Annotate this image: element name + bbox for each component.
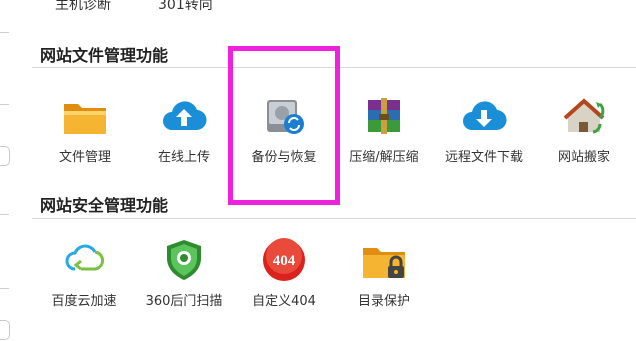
backdoor-scan-tool[interactable]: 360后门扫描 (134, 236, 234, 309)
tool-label: 文件管理 (58, 150, 111, 165)
online-upload-tool[interactable]: 在线上传 (134, 92, 234, 165)
section-divider (32, 67, 636, 68)
directory-protection-tool[interactable]: 目录保护 (334, 236, 434, 309)
backup-restore-tool[interactable]: 备份与恢复 (234, 92, 334, 165)
cloud-accelerate-icon (65, 244, 104, 271)
compress-extract-tool[interactable]: 压缩/解压缩 (334, 92, 434, 165)
section-divider (32, 218, 636, 219)
folder-icon (64, 104, 106, 134)
host-diagnosis-link[interactable]: 主机诊断 (55, 0, 111, 14)
rail-divider (0, 288, 9, 289)
remote-download-tool[interactable]: 远程文件下载 (434, 92, 534, 165)
redirect-301-link[interactable]: 301转向 (158, 0, 213, 14)
tool-label: 远程文件下载 (444, 150, 523, 165)
error-404-icon: 404 (263, 238, 305, 281)
tool-label: 在线上传 (157, 150, 210, 165)
rail-scroll-knob[interactable] (0, 320, 10, 340)
tool-label: 百度云加速 (51, 294, 117, 309)
tool-label: 备份与恢复 (251, 150, 317, 165)
security-management-section-title: 网站安全管理功能 (40, 196, 169, 215)
tool-label: 压缩/解压缩 (349, 150, 419, 165)
baidu-cloud-accelerate-tool[interactable]: 百度云加速 (34, 236, 134, 309)
cloud-upload-icon (163, 101, 207, 131)
left-rail (0, 0, 14, 341)
cloud-download-icon (463, 101, 507, 131)
archive-icon (368, 98, 400, 134)
error-404-badge-text: 404 (273, 253, 296, 269)
custom-404-tool[interactable]: 404 自定义404 (234, 236, 334, 309)
tool-label: 自定义404 (252, 294, 316, 309)
locked-folder-icon (363, 248, 405, 278)
file-management-section-title: 网站文件管理功能 (40, 46, 169, 65)
rail-scroll-knob[interactable] (0, 146, 10, 166)
shield-scan-icon (167, 240, 201, 280)
tool-label: 目录保护 (357, 294, 410, 309)
file-manager-tool[interactable]: 文件管理 (35, 92, 135, 165)
site-migration-tool[interactable]: 网站搬家 (534, 92, 634, 165)
rail-divider (0, 214, 9, 215)
tool-label: 360后门扫描 (145, 294, 223, 309)
backup-restore-icon (267, 100, 304, 134)
rail-divider (0, 104, 9, 105)
tool-label: 网站搬家 (557, 150, 610, 165)
rail-divider (0, 32, 9, 33)
house-move-icon (563, 98, 605, 134)
